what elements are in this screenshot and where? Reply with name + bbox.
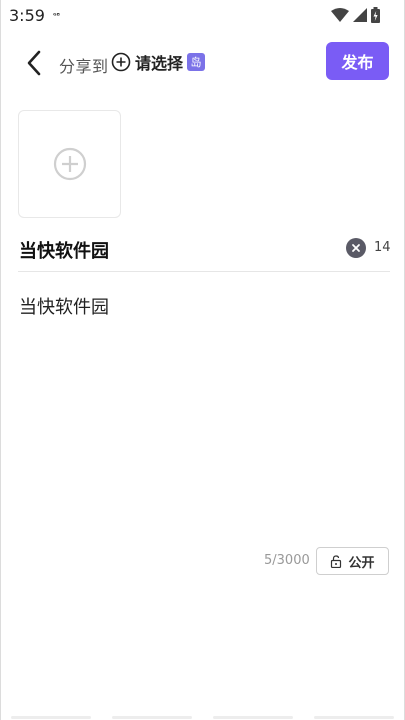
title-field[interactable]: 当快软件园 14: [18, 232, 391, 272]
clock: 3:59: [9, 6, 45, 25]
select-island-button[interactable]: 请选择 岛: [111, 49, 206, 75]
toolbar-slot: [313, 716, 394, 719]
lock-icon: [331, 554, 342, 568]
status-bar: 3:59 ᴳᴮ: [1, 0, 404, 30]
wifi-icon: [331, 8, 349, 22]
publish-button[interactable]: 发布: [326, 42, 389, 80]
toolbar-slot: [112, 716, 193, 719]
share-to-label: 分享到: [59, 57, 109, 76]
plus-circle-icon: [111, 52, 131, 72]
visibility-button[interactable]: 公开: [316, 547, 389, 575]
sim-badge: ᴳᴮ: [53, 12, 60, 20]
back-button[interactable]: [19, 48, 49, 78]
battery-icon: [371, 7, 380, 23]
add-image-plus-icon: [53, 147, 86, 181]
chevron-left-icon: [27, 50, 41, 76]
toolbar-slot: [212, 716, 293, 719]
close-icon: [352, 244, 360, 252]
bottom-toolbar: [1, 716, 404, 720]
toolbar-slot: [11, 716, 92, 719]
clear-title-button[interactable]: [346, 238, 366, 258]
signal-icon: [353, 8, 367, 22]
add-image-button[interactable]: [18, 110, 121, 218]
title-char-count: 14: [374, 240, 391, 255]
status-icons: [331, 6, 380, 24]
body-input[interactable]: 当快软件园: [19, 293, 109, 319]
visibility-label: 公开: [348, 555, 375, 571]
select-label: 请选择: [135, 54, 184, 73]
title-input-value[interactable]: 当快软件园: [19, 237, 109, 263]
header: 分享到 请选择 岛 发布: [1, 40, 404, 84]
island-badge: 岛: [187, 53, 206, 71]
screen: 3:59 ᴳᴮ 分享到 请选择 岛 发布 当快软件园 14 当快软件园 5/30…: [0, 0, 405, 720]
body-char-count: 5/3000: [264, 553, 310, 568]
